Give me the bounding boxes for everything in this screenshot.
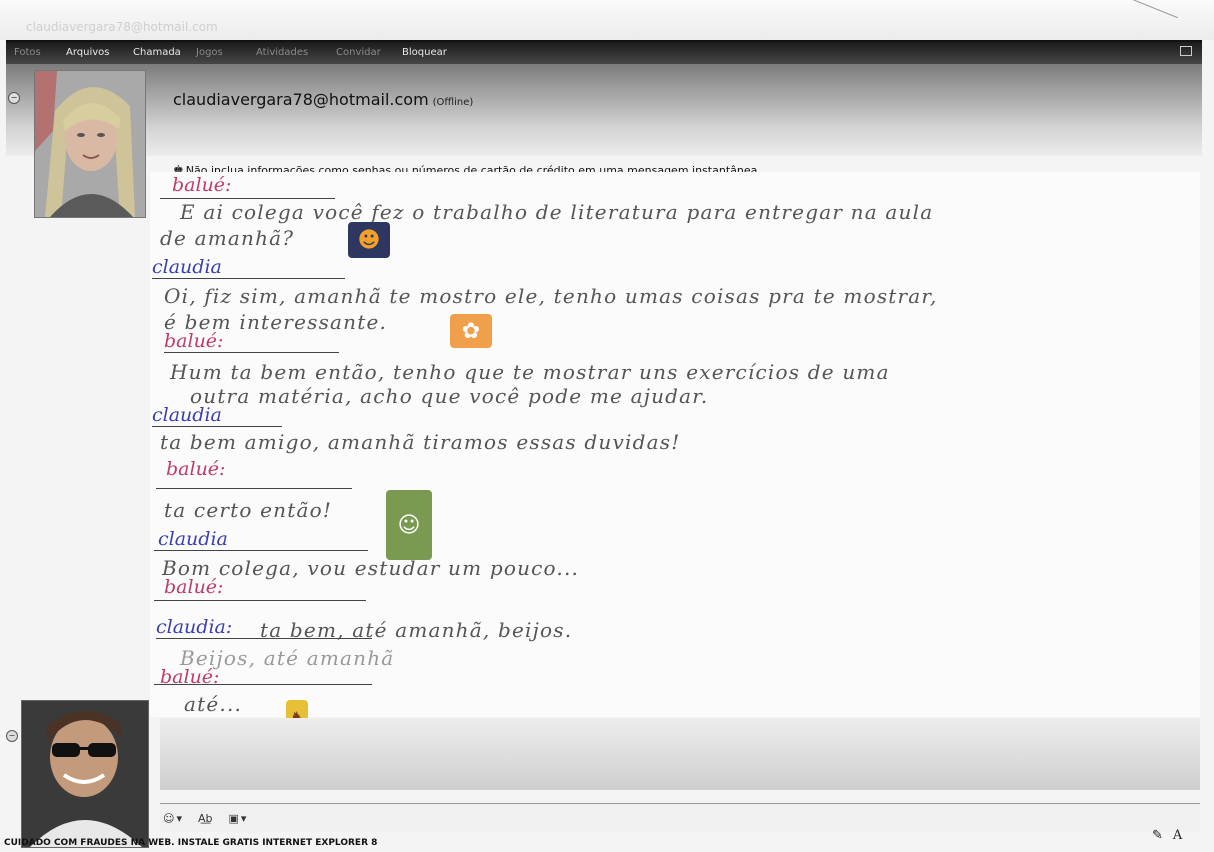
emoticon-icon: ✿	[450, 314, 492, 348]
emoticon-icon: ☺	[386, 490, 432, 560]
chevron-down-icon: ▾	[240, 811, 247, 825]
name-underline	[154, 600, 366, 601]
conversation-area: balué: E ai colega você fez o trabalho d…	[150, 172, 1200, 734]
contact-header	[6, 64, 1202, 156]
collapse-contact-icon[interactable]: −	[8, 92, 20, 104]
menu-convidar[interactable]: Convidar	[336, 47, 381, 58]
menu-arquivos[interactable]: Arquivos	[66, 47, 110, 58]
message-input[interactable]	[330, 806, 1144, 828]
send-image-button[interactable]: ▣ ▾	[229, 812, 247, 825]
message-text: até...	[184, 692, 243, 716]
name-underline	[152, 278, 345, 279]
compose-background	[160, 718, 1200, 790]
message-text: outra matéria, acho que você pode me aju…	[190, 384, 709, 408]
speaker-name: balué:	[172, 174, 232, 196]
speaker-name: claudia	[152, 404, 222, 426]
chevron-down-icon: ▾	[176, 811, 182, 825]
message-text: Hum ta bem então, tenho que te mostrar u…	[170, 360, 890, 384]
contact-avatar-image	[35, 71, 145, 217]
message-text: ta bem amigo, amanhã tiramos essas duvid…	[160, 430, 681, 454]
name-underline	[156, 488, 352, 489]
smiley-icon: ☺	[163, 811, 175, 825]
speaker-name: balué:	[164, 576, 224, 598]
speaker-name: claudia	[152, 256, 222, 278]
menu-bloquear[interactable]: Bloquear	[402, 47, 447, 58]
picture-icon: ▣	[228, 811, 239, 825]
message-text: ta certo então!	[164, 498, 333, 522]
speaker-name: balué:	[164, 330, 224, 352]
window-title: claudiavergara78@hotmail.com	[26, 20, 218, 34]
message-text: de amanhã?	[160, 226, 295, 250]
message-text: Bom colega, vou estudar um pouco...	[162, 556, 580, 580]
menu-atividades[interactable]: Atividades	[256, 47, 308, 58]
speaker-name: balué:	[166, 458, 226, 480]
message-text: Oi, fiz sim, amanhã te mostro ele, tenho…	[164, 284, 938, 308]
menu-fotos[interactable]: Fotos	[14, 47, 41, 58]
footer-advert[interactable]: CUIDADO COM FRAUDES NA WEB. INSTALE GRÁT…	[4, 838, 1214, 852]
name-underline	[156, 638, 372, 639]
collapse-own-photo-icon[interactable]: −	[6, 730, 18, 742]
emoticons-button[interactable]: ☺ ▾	[163, 812, 182, 825]
name-underline	[160, 198, 335, 199]
contact-email: claudiavergara78@hotmail.com (Offline)	[173, 90, 473, 109]
speaker-name: claudia	[158, 528, 228, 550]
spellcheck-button[interactable]: A͟b	[198, 812, 213, 825]
menu-bar: Fotos Arquivos Chamada Jogos Atividades …	[6, 40, 1202, 66]
own-avatar-image	[22, 701, 148, 847]
contact-email-text: claudiavergara78@hotmail.com	[173, 90, 429, 109]
emoticon-icon: ☻	[348, 222, 390, 258]
name-underline	[154, 550, 368, 551]
contact-avatar[interactable]	[34, 70, 146, 218]
menu-jogos[interactable]: Jogos	[196, 47, 223, 58]
menu-chamada[interactable]: Chamada	[133, 47, 181, 58]
contact-status: (Offline)	[432, 97, 474, 108]
name-underline	[154, 684, 372, 685]
name-underline	[164, 352, 339, 353]
name-underline	[152, 426, 282, 427]
footer-advert-text: CUIDADO COM FRAUDES NA WEB. INSTALE GRÁT…	[4, 838, 378, 848]
own-avatar[interactable]	[21, 700, 149, 848]
speaker-name: claudia:	[156, 616, 233, 638]
compose-toolbar: ☺ ▾ A͟b ▣ ▾	[163, 808, 246, 828]
window-options-icon[interactable]	[1180, 46, 1192, 56]
spellcheck-icon: A͟b	[198, 811, 213, 825]
message-text: E ai colega você fez o trabalho de liter…	[180, 200, 934, 224]
